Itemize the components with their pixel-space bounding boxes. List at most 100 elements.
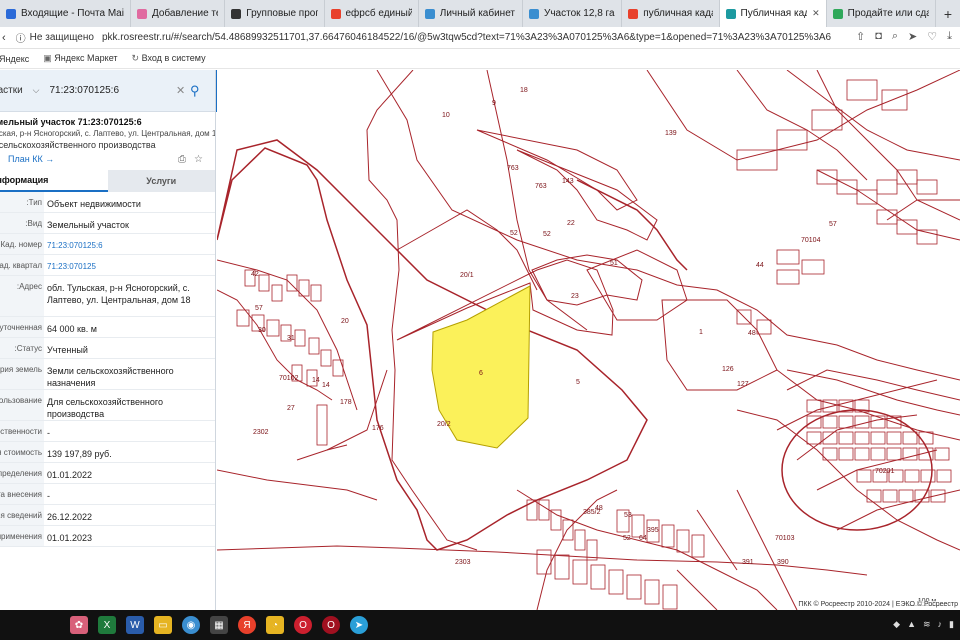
- parcel-number-label: 52: [543, 231, 551, 238]
- tab-services-label: Услуги: [146, 176, 177, 186]
- parcel-number-label: 70201: [875, 468, 895, 475]
- attribute-row: Форма собственности:-: [0, 421, 215, 442]
- attribute-link[interactable]: 71:23:070125: [44, 255, 215, 275]
- tab-favicon-icon: [231, 8, 242, 19]
- app-icon[interactable]: ◔: [266, 616, 284, 634]
- chevron-down-icon[interactable]: ⌵: [33, 85, 40, 96]
- attribute-value: 64 000 кв. м: [47, 324, 97, 334]
- attribute-key: Дата обновления сведений:: [0, 505, 44, 525]
- attribute-key: Разрешенное использование:: [0, 390, 44, 420]
- parcel-number-label: 385/2: [583, 509, 601, 516]
- browser-tab[interactable]: Участок 12,8 га (СНТ, Д: [523, 0, 623, 27]
- bookmark-item[interactable]: ↻ Вход в систему: [132, 53, 206, 64]
- tulips-icon[interactable]: ✿: [70, 616, 88, 634]
- attribute-value: Земельный участок: [47, 220, 129, 230]
- browser-tab[interactable]: Добавление текста на: [131, 0, 226, 27]
- back-icon[interactable]: ‹: [2, 32, 6, 44]
- object-category: Для сельскохозяйственного производства: [0, 140, 156, 150]
- parcel-number-label: 27: [287, 405, 295, 412]
- tray-icon[interactable]: ▲: [907, 619, 916, 630]
- parcel-number-label: 143: [562, 178, 574, 185]
- print-icon[interactable]: ⎙: [178, 154, 186, 165]
- search-icon[interactable]: ⚲: [190, 83, 200, 99]
- bookmark-label: Яндекс: [0, 53, 30, 64]
- url-text[interactable]: pkk.rosreestr.ru/#/search/54.48689932511…: [102, 32, 831, 43]
- cadastral-map[interactable]: 10 9 18 139 763 763 143 52 52 22 20/1 51 23 6 5 20/2 230…: [217, 70, 960, 610]
- download-icon[interactable]: ⤓: [947, 30, 952, 43]
- chrome-icon[interactable]: ◉: [182, 616, 200, 634]
- opera-icon[interactable]: O: [294, 616, 312, 634]
- send-icon[interactable]: ➤: [908, 30, 917, 43]
- camera-icon[interactable]: ◘: [875, 30, 882, 43]
- parcel-number-label: 763: [535, 183, 547, 190]
- battery-icon[interactable]: ▮: [949, 619, 954, 630]
- attribute-key: Адрес:: [0, 276, 44, 316]
- opera-gx-icon[interactable]: O: [322, 616, 340, 634]
- volume-icon[interactable]: ♪: [938, 619, 943, 630]
- browser-tab[interactable]: Личный кабинет - Объ: [419, 0, 523, 27]
- excel-icon[interactable]: X: [98, 616, 116, 634]
- wifi-icon[interactable]: ≋: [923, 619, 931, 630]
- map-canvas[interactable]: 10 9 18 139 763 763 143 52 52 22 20/1 51 23 6 5 20/2 230…: [217, 70, 960, 610]
- attribute-value: -: [47, 491, 50, 501]
- attribute-row: Дата обновления сведений:26.12.2022: [0, 505, 215, 526]
- calculator-icon[interactable]: ▦: [210, 616, 228, 634]
- attribute-value: Земли сельскохозяйственного назначения: [47, 366, 174, 388]
- browser-tab[interactable]: Продайте или сдайте о: [827, 0, 936, 27]
- attribute-value: -: [47, 428, 50, 438]
- search-type-select[interactable]: Участки: [0, 85, 23, 96]
- parcel-number-label: 53: [624, 512, 632, 519]
- tab-label: ефрсб единый федерал: [345, 8, 412, 19]
- bookmark-item[interactable]: ▣ Яндекс Маркет: [43, 53, 117, 64]
- parcel-number-label: 20: [341, 318, 349, 325]
- attribute-row: Адрес: обл. Тульская, р-н Ясногорский, с.…: [0, 276, 215, 317]
- tab-info[interactable]: Информация: [0, 170, 108, 192]
- tab-label: публичная кадастровая: [643, 8, 712, 19]
- attribute-key: Вид:: [0, 213, 44, 233]
- attribute-row: Дата внесения:-: [0, 484, 215, 505]
- parcel-number-label: 18: [520, 87, 528, 94]
- tray-icon[interactable]: ◆: [893, 619, 900, 630]
- attribute-value: 01.01.2022: [47, 470, 93, 480]
- browser-tab[interactable]: Публичная кадастровая ✕: [719, 0, 827, 27]
- tab-close-icon[interactable]: ✕: [812, 8, 820, 19]
- parcel-number-label: 127: [737, 381, 749, 388]
- security-label[interactable]: Не защищено: [30, 32, 94, 43]
- attribute-value: Объект недвижимости: [47, 199, 141, 209]
- bookmark-add-icon[interactable]: ⇧: [856, 30, 865, 43]
- tab-label: Продайте или сдайте о: [847, 8, 929, 19]
- attribute-row: Кадастровая стоимость:139 197,89 руб.: [0, 442, 215, 463]
- browser-tab[interactable]: публичная кадастровая: [622, 0, 720, 27]
- bookmark-item[interactable]: Я Яндекс: [0, 54, 29, 64]
- attribute-key: Дата внесения:: [0, 484, 44, 504]
- parcel-number-label: 2302: [253, 429, 269, 436]
- browser-tab[interactable]: Групповые программы: [225, 0, 325, 27]
- yandex-icon[interactable]: Я: [238, 616, 256, 634]
- object-title: Земельный участок 71:23:070125:6: [0, 117, 142, 127]
- attribute-link[interactable]: 71:23:070125:6: [44, 234, 215, 254]
- tab-services[interactable]: Услуги: [107, 170, 215, 192]
- tab-label: Публичная кадастровая: [740, 8, 808, 19]
- parcel-number-label: 20/1: [460, 272, 474, 279]
- attribute-row: Вид: Земельный участок: [0, 213, 215, 234]
- star-icon[interactable]: ☆: [194, 154, 203, 165]
- attribute-value: 139 197,89 руб.: [47, 449, 112, 459]
- attribute-key: Дата определения:: [0, 463, 44, 483]
- translate-icon[interactable]: ⌕: [892, 30, 898, 43]
- browser-tab[interactable]: Входящие - Почта Mail: [0, 0, 131, 27]
- parcel-number-label: 57: [255, 305, 263, 312]
- new-tab-button[interactable]: +: [936, 6, 960, 22]
- search-input[interactable]: 71:23:070125:6: [50, 85, 120, 96]
- attribute-row: Дата применения:01.01.2023: [0, 526, 215, 547]
- word-icon[interactable]: W: [126, 616, 144, 634]
- attribute-key: Категория земель:: [0, 359, 44, 389]
- browser-tab[interactable]: ефрсб единый федерал: [325, 0, 419, 27]
- address-bar[interactable]: ‹ ⓘ Не защищено pkk.rosreestr.ru/#/searc…: [0, 27, 960, 49]
- telegram-icon[interactable]: ➤: [350, 616, 368, 634]
- heart-icon[interactable]: ♡: [927, 30, 937, 43]
- files-icon[interactable]: ▭: [154, 616, 172, 634]
- tab-label: Личный кабинет - Объ: [439, 8, 516, 19]
- clear-icon[interactable]: ✕: [176, 84, 185, 97]
- system-tray[interactable]: ◆ ▲ ≋ ♪ ▮: [893, 619, 954, 630]
- attribute-table: Тип: Объект недвижимости Вид: Земельный уча…: [0, 192, 215, 547]
